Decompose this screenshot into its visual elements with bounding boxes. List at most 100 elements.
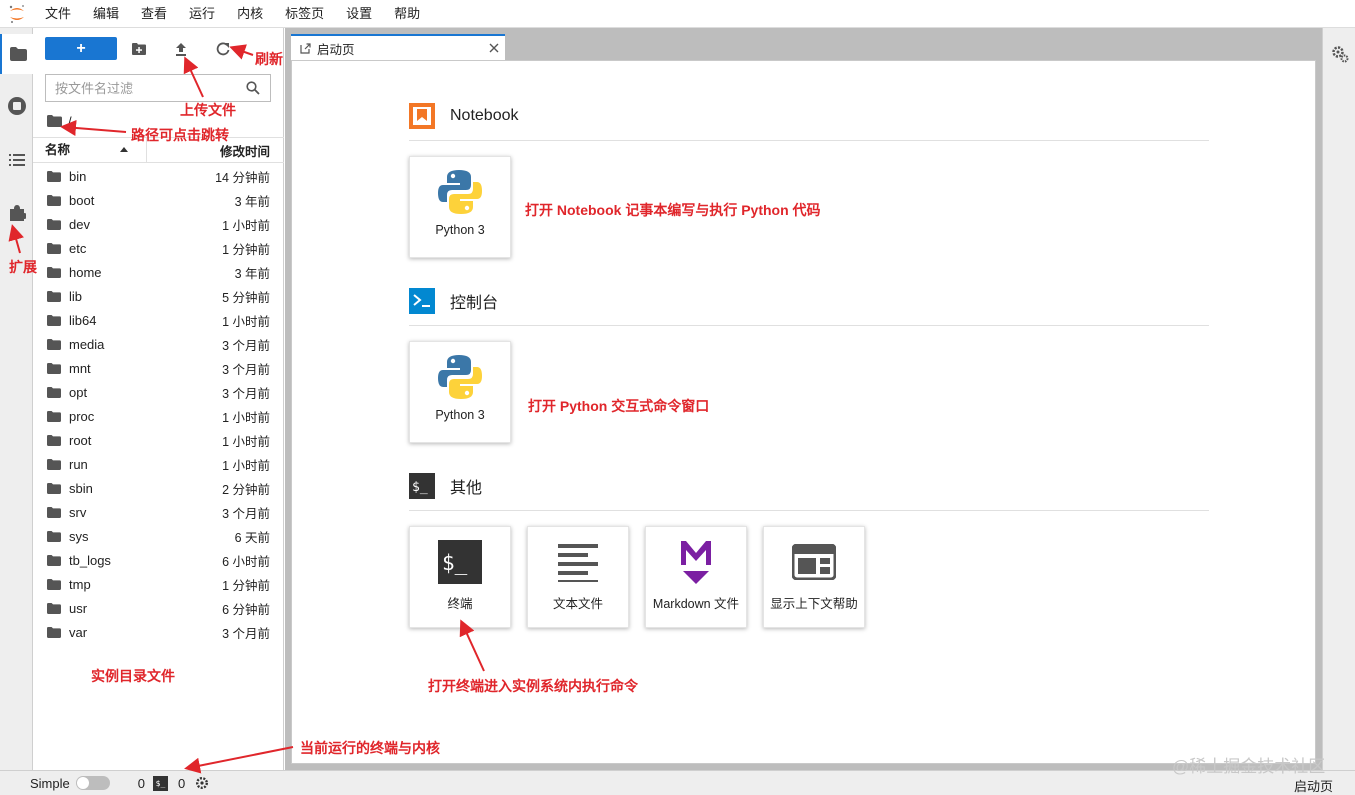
file-row[interactable]: usr 6 分钟前 — [33, 596, 284, 620]
file-row[interactable]: tb_logs 6 小时前 — [33, 548, 284, 572]
file-row[interactable]: proc 1 小时前 — [33, 404, 284, 428]
right-sidebar — [1322, 28, 1355, 770]
card-label: 文本文件 — [552, 597, 603, 611]
running-sessions-tab-button[interactable] — [0, 86, 33, 126]
folder-icon — [47, 338, 63, 350]
folder-icon — [47, 602, 63, 614]
file-row[interactable]: sbin 2 分钟前 — [33, 476, 284, 500]
file-row[interactable]: opt 3 个月前 — [33, 380, 284, 404]
menu-edit[interactable]: 编辑 — [82, 0, 130, 28]
tab-bar: 启动页 — [285, 28, 1322, 60]
file-row[interactable]: run 1 小时前 — [33, 452, 284, 476]
stop-circle-icon — [7, 97, 26, 115]
menu-run[interactable]: 运行 — [178, 0, 226, 28]
svg-text:$_: $_ — [412, 480, 428, 495]
console-section-label: 控制台 — [450, 295, 499, 312]
svg-text:$_: $_ — [442, 551, 468, 575]
menu-tabs[interactable]: 标签页 — [274, 0, 335, 28]
breadcrumb-path[interactable]: / — [68, 114, 72, 129]
file-name: usr — [69, 600, 88, 616]
simple-mode-toggle[interactable] — [75, 776, 110, 790]
file-name: etc — [69, 240, 87, 256]
refresh-button[interactable] — [214, 40, 232, 58]
python-logo-icon — [410, 352, 510, 402]
file-row[interactable]: media 3 个月前 — [33, 332, 284, 356]
launcher-card-context-help[interactable]: 显示上下文帮助 — [763, 526, 865, 628]
file-row[interactable]: dev 1 小时前 — [33, 212, 284, 236]
new-launcher-button[interactable]: + — [45, 37, 117, 60]
jupyter-logo-icon — [0, 0, 34, 28]
file-list: bin 14 分钟前 boot 3 年前 dev 1 小时前 etc 1 分钟前 home 3 年… — [33, 164, 284, 644]
file-name: srv — [69, 504, 87, 520]
folder-icon — [47, 218, 63, 230]
folder-icon — [47, 362, 63, 374]
folder-icon — [47, 458, 63, 470]
menu-help[interactable]: 帮助 — [383, 0, 431, 28]
status-bar: Simple 0 $_ 0 启动页 — [0, 770, 1355, 795]
file-row[interactable]: var 3 个月前 — [33, 620, 284, 644]
file-modified: 5 分钟前 — [222, 290, 270, 305]
notebook-section-title: Notebook — [409, 103, 519, 129]
file-modified: 3 个月前 — [222, 386, 270, 401]
folder-icon — [47, 482, 63, 494]
annotation-running: 当前运行的终端与内核 — [300, 740, 440, 756]
markdown-icon — [646, 537, 746, 587]
menu-settings[interactable]: 设置 — [335, 0, 383, 28]
running-kernels-count[interactable]: 0 — [178, 776, 185, 791]
file-modified: 1 小时前 — [222, 410, 270, 425]
close-icon[interactable] — [483, 43, 505, 53]
file-name: tb_logs — [69, 552, 111, 568]
search-icon — [242, 77, 264, 99]
file-row[interactable]: srv 3 个月前 — [33, 500, 284, 524]
file-row[interactable]: tmp 1 分钟前 — [33, 572, 284, 596]
upload-button[interactable] — [172, 40, 190, 58]
tab-launcher[interactable]: 启动页 — [291, 34, 505, 60]
file-row[interactable]: root 1 小时前 — [33, 428, 284, 452]
file-name: tmp — [69, 576, 91, 592]
context-help-icon — [764, 537, 864, 587]
file-row[interactable]: sys 6 天前 — [33, 524, 284, 548]
file-row[interactable]: boot 3 年前 — [33, 188, 284, 212]
file-modified: 2 分钟前 — [222, 482, 270, 497]
menu-file[interactable]: 文件 — [34, 0, 82, 28]
terminal-icon: $_ — [410, 537, 510, 587]
file-name: home — [69, 264, 102, 280]
file-filter-box — [45, 74, 271, 102]
launcher-card-markdown[interactable]: Markdown 文件 — [645, 526, 747, 628]
folder-icon — [47, 386, 63, 398]
left-sidebar — [0, 28, 34, 770]
card-label: 显示上下文帮助 — [770, 597, 858, 611]
file-row[interactable]: bin 14 分钟前 — [33, 164, 284, 188]
launcher-card-text-file[interactable]: 文本文件 — [527, 526, 629, 628]
file-row[interactable]: lib 5 分钟前 — [33, 284, 284, 308]
launcher-card-terminal[interactable]: $_ 终端 — [409, 526, 511, 628]
file-row[interactable]: etc 1 分钟前 — [33, 236, 284, 260]
launcher-card-console-python3[interactable]: Python 3 — [409, 341, 511, 443]
console-section-title: 控制台 — [409, 288, 498, 314]
file-modified: 1 小时前 — [222, 458, 270, 473]
new-folder-button[interactable] — [130, 40, 148, 58]
property-inspector-button[interactable] — [1323, 42, 1355, 66]
running-terminals-count[interactable]: 0 — [138, 776, 145, 791]
file-modified: 3 个月前 — [222, 338, 270, 353]
simple-mode-label: Simple — [30, 775, 70, 791]
refresh-icon — [216, 42, 230, 56]
gears-icon — [1331, 46, 1348, 63]
notebook-section-label: Notebook — [450, 107, 519, 124]
file-row[interactable]: mnt 3 个月前 — [33, 356, 284, 380]
menu-view[interactable]: 查看 — [130, 0, 178, 28]
file-name: run — [69, 456, 88, 472]
launcher-card-notebook-python3[interactable]: Python 3 — [409, 156, 511, 258]
folder-icon[interactable] — [47, 115, 62, 127]
menu-kernel[interactable]: 内核 — [226, 0, 274, 28]
file-browser-tab-button[interactable] — [0, 34, 34, 74]
folder-icon — [47, 314, 63, 326]
folder-icon — [47, 410, 63, 422]
file-filter-input[interactable] — [46, 76, 242, 100]
extension-manager-tab-button[interactable] — [0, 193, 33, 233]
table-of-contents-tab-button[interactable] — [0, 140, 33, 180]
file-row[interactable]: lib64 1 小时前 — [33, 308, 284, 332]
file-row[interactable]: home 3 年前 — [33, 260, 284, 284]
column-header-name[interactable]: 名称 — [33, 137, 147, 163]
folder-icon — [47, 434, 63, 446]
